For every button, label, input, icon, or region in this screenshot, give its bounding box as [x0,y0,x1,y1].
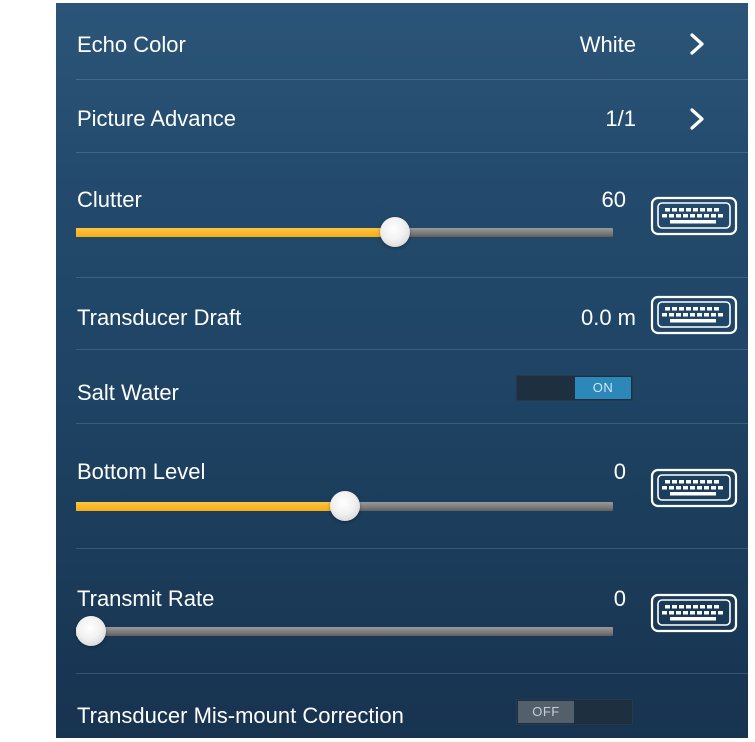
toggle-off-indicator: OFF [518,701,574,723]
echo-color-value: White [579,32,636,57]
clutter-slider-thumb[interactable] [380,217,411,247]
transducer-mismount-toggle[interactable]: OFF [516,699,633,725]
bottom-level-row: Bottom Level 0 [56,424,748,548]
bottom-level-slider-fill [76,502,345,511]
toggle-on-indicator: ON [575,377,631,399]
transducer-draft-value: 0.0 m [580,305,636,330]
transducer-draft-row: Transducer Draft 0.0 m [56,278,748,349]
clutter-row: Clutter 60 [56,153,748,277]
fish-finder-settings-menu: Echo Color White Picture Advance 1/1 Clu… [56,3,748,738]
salt-water-label: Salt Water [77,380,179,405]
transducer-mismount-label: Transducer Mis-mount Correction [77,703,404,728]
echo-color-label: Echo Color [77,32,186,57]
transmit-rate-value: 0 [613,586,626,611]
salt-water-toggle[interactable]: ON [516,375,633,401]
bottom-level-slider[interactable] [76,491,613,521]
keyboard-icon[interactable] [650,295,738,335]
keyboard-icon[interactable] [650,196,738,236]
picture-advance-value: 1/1 [605,106,636,131]
keyboard-icon[interactable] [650,468,738,508]
picture-advance-label: Picture Advance [77,106,236,131]
bottom-level-label: Bottom Level [77,459,206,484]
clutter-slider[interactable] [76,217,613,247]
keyboard-icon[interactable] [650,593,738,633]
clutter-label: Clutter [77,187,142,212]
transmit-rate-slider-thumb[interactable] [76,616,106,646]
salt-water-row: Salt Water ON [56,350,748,423]
chevron-right-icon[interactable] [686,31,710,57]
transmit-rate-label: Transmit Rate [77,586,215,611]
transmit-rate-row: Transmit Rate 0 [56,549,748,673]
clutter-slider-fill [76,228,396,237]
clutter-value: 60 [601,187,626,212]
bottom-level-slider-thumb[interactable] [329,491,360,521]
echo-color-row[interactable]: Echo Color White [56,3,748,79]
transducer-draft-label: Transducer Draft [77,305,242,330]
bottom-level-value: 0 [613,459,626,484]
picture-advance-row[interactable]: Picture Advance 1/1 [56,80,748,152]
transmit-rate-slider[interactable] [76,616,613,646]
settings-panel: Echo Color White Picture Advance 1/1 Clu… [0,0,755,742]
chevron-right-icon[interactable] [686,106,710,132]
transducer-mismount-row: Transducer Mis-mount Correction OFF [56,674,748,738]
